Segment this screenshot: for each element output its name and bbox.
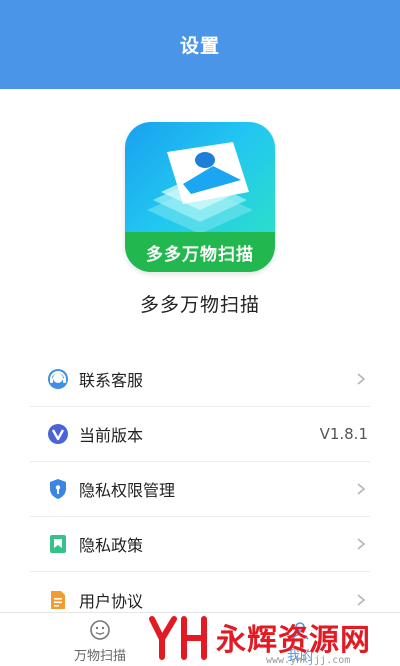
watermark-url: www.yhkjjj.com: [266, 655, 351, 666]
customer-service-icon: [47, 368, 69, 390]
menu-label: 联系客服: [79, 371, 144, 390]
menu-label: 当前版本: [79, 426, 144, 445]
menu-label: 隐私政策: [79, 536, 144, 555]
menu-item-contact-support[interactable]: 联系客服: [30, 352, 370, 407]
menu-label: 隐私权限管理: [79, 481, 176, 500]
app-name: 多多万物扫描: [139, 294, 260, 316]
app-logo: 多多万物扫描: [125, 122, 275, 272]
title-bar: 设置: [0, 0, 400, 89]
site-watermark: 永辉资源网 www.yhkjjj.com: [148, 608, 400, 666]
menu-item-privacy-permissions[interactable]: 隐私权限管理: [30, 462, 370, 517]
version-icon: [47, 423, 69, 445]
watermark-logo-icon: [149, 616, 207, 660]
watermark-text: 永辉资源网: [216, 623, 371, 658]
chevron-right-icon: [357, 538, 366, 550]
document-icon: [47, 589, 69, 611]
settings-menu: 联系客服 当前版本 V1.8.1 隐私权限管理 隐私政策 用户协议: [30, 352, 370, 627]
tab-label: 万物扫描: [73, 649, 126, 664]
menu-item-current-version[interactable]: 当前版本 V1.8.1: [30, 407, 370, 462]
privacy-shield-icon: [47, 478, 69, 500]
page-title: 设置: [179, 35, 220, 57]
logo-band-text: 多多万物扫描: [125, 232, 275, 272]
chevron-right-icon: [357, 593, 366, 606]
tab-scan[interactable]: 万物扫描: [50, 619, 150, 664]
version-value: V1.8.1: [319, 425, 368, 443]
chevron-right-icon: [357, 483, 366, 495]
policy-bookmark-icon: [47, 533, 69, 555]
scan-face-icon: [90, 620, 110, 640]
menu-item-privacy-policy[interactable]: 隐私政策: [30, 517, 370, 572]
chevron-right-icon: [357, 373, 366, 385]
